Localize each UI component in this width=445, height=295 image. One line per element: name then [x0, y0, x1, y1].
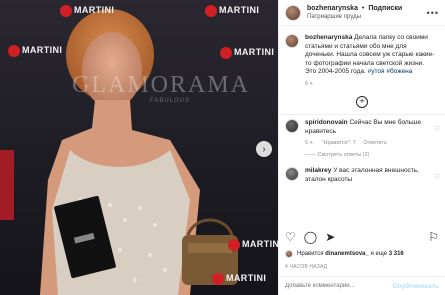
action-bar: ♡ ◯ ➤ ⚐ — [285, 229, 439, 245]
likes-count[interactable]: 3 316 — [389, 251, 404, 257]
heart-icon[interactable]: ♡ — [285, 231, 296, 243]
next-photo-button[interactable]: › — [256, 141, 272, 157]
avatar[interactable] — [285, 34, 299, 48]
likes-summary: Нравится dinanemtsova_ и еще 3 316 — [285, 250, 404, 258]
add-comment-bar: Опубликовать — [279, 276, 445, 295]
comment-input[interactable] — [285, 283, 393, 289]
likes-prefix: Нравится — [297, 251, 324, 257]
chevron-right-icon: › — [262, 143, 266, 155]
magazine-backdrop-subtext: FABULOUS — [150, 98, 191, 104]
caption: bozhenarynska Делала папку со своими ста… — [279, 30, 445, 92]
martini-logo-right: MARTINI — [220, 46, 274, 60]
caption-hashtags[interactable]: #утоя #божена — [368, 68, 413, 75]
avatar[interactable] — [285, 4, 301, 21]
comment: milakrey У вас эталонная внешность, этал… — [279, 163, 445, 188]
instagram-post: MARTINI MARTINI MARTINI MARTINI MARTINI … — [0, 0, 445, 295]
post-photo[interactable]: MARTINI MARTINI MARTINI MARTINI MARTINI … — [0, 0, 278, 295]
header-username[interactable]: bozhenarynska — [307, 5, 358, 12]
likes-and: и еще — [370, 251, 388, 257]
martini-logo-top-left: MARTINI — [60, 4, 114, 18]
publish-button[interactable]: Опубликовать — [393, 283, 439, 290]
separator-dot: • — [361, 4, 365, 12]
comment: spiridonovain Сейчас Вы мне больше нрави… — [279, 115, 445, 163]
location-link[interactable]: Патриаршие пруды — [307, 13, 402, 22]
martini-logo-bottom: MARTINI — [212, 272, 266, 286]
avatar[interactable] — [285, 167, 299, 181]
reply-button[interactable]: Ответить — [363, 140, 387, 146]
martini-logo-left: MARTINI — [8, 44, 62, 58]
like-comment-icon[interactable]: ♡ — [434, 125, 440, 133]
comments-list: bozhenarynska Делала папку со своими ста… — [279, 30, 445, 226]
caption-time: 6 ч. — [305, 80, 314, 87]
post-side-panel: bozhenarynska • Подписки Патриаршие пруд… — [278, 0, 445, 295]
load-more-comments-icon[interactable]: + — [356, 96, 368, 108]
avatar[interactable] — [285, 250, 293, 258]
like-comment-icon[interactable]: ♡ — [434, 173, 440, 181]
share-icon[interactable]: ➤ — [325, 231, 335, 243]
comment-username[interactable]: spiridonovain — [305, 119, 348, 126]
caption-username[interactable]: bozhenarynska — [305, 34, 352, 41]
avatar[interactable] — [285, 119, 299, 133]
comment-icon[interactable]: ◯ — [304, 231, 317, 243]
post-header: bozhenarynska • Подписки Патриаршие пруд… — [279, 0, 445, 26]
comment-username[interactable]: milakrey — [305, 167, 331, 174]
view-replies-button[interactable]: —— Смотреть ответы (2) — [305, 151, 435, 160]
follow-button[interactable]: Подписки — [368, 5, 402, 12]
more-options-icon[interactable]: ••• — [427, 8, 439, 18]
comment-likes[interactable]: "Нравится": 7 — [322, 140, 356, 146]
martini-logo-top-right: MARTINI — [205, 4, 259, 18]
bookmark-icon[interactable]: ⚐ — [428, 231, 439, 243]
magazine-backdrop-text: GLAMORAMA — [72, 72, 251, 98]
martini-logo-bottom-right: MARTINI — [228, 238, 278, 252]
post-timestamp: 4 ЧАСОВ НАЗАД — [285, 264, 328, 270]
comment-time: 6 ч. — [305, 140, 314, 146]
likes-user[interactable]: dinanemtsova_ — [325, 251, 369, 257]
